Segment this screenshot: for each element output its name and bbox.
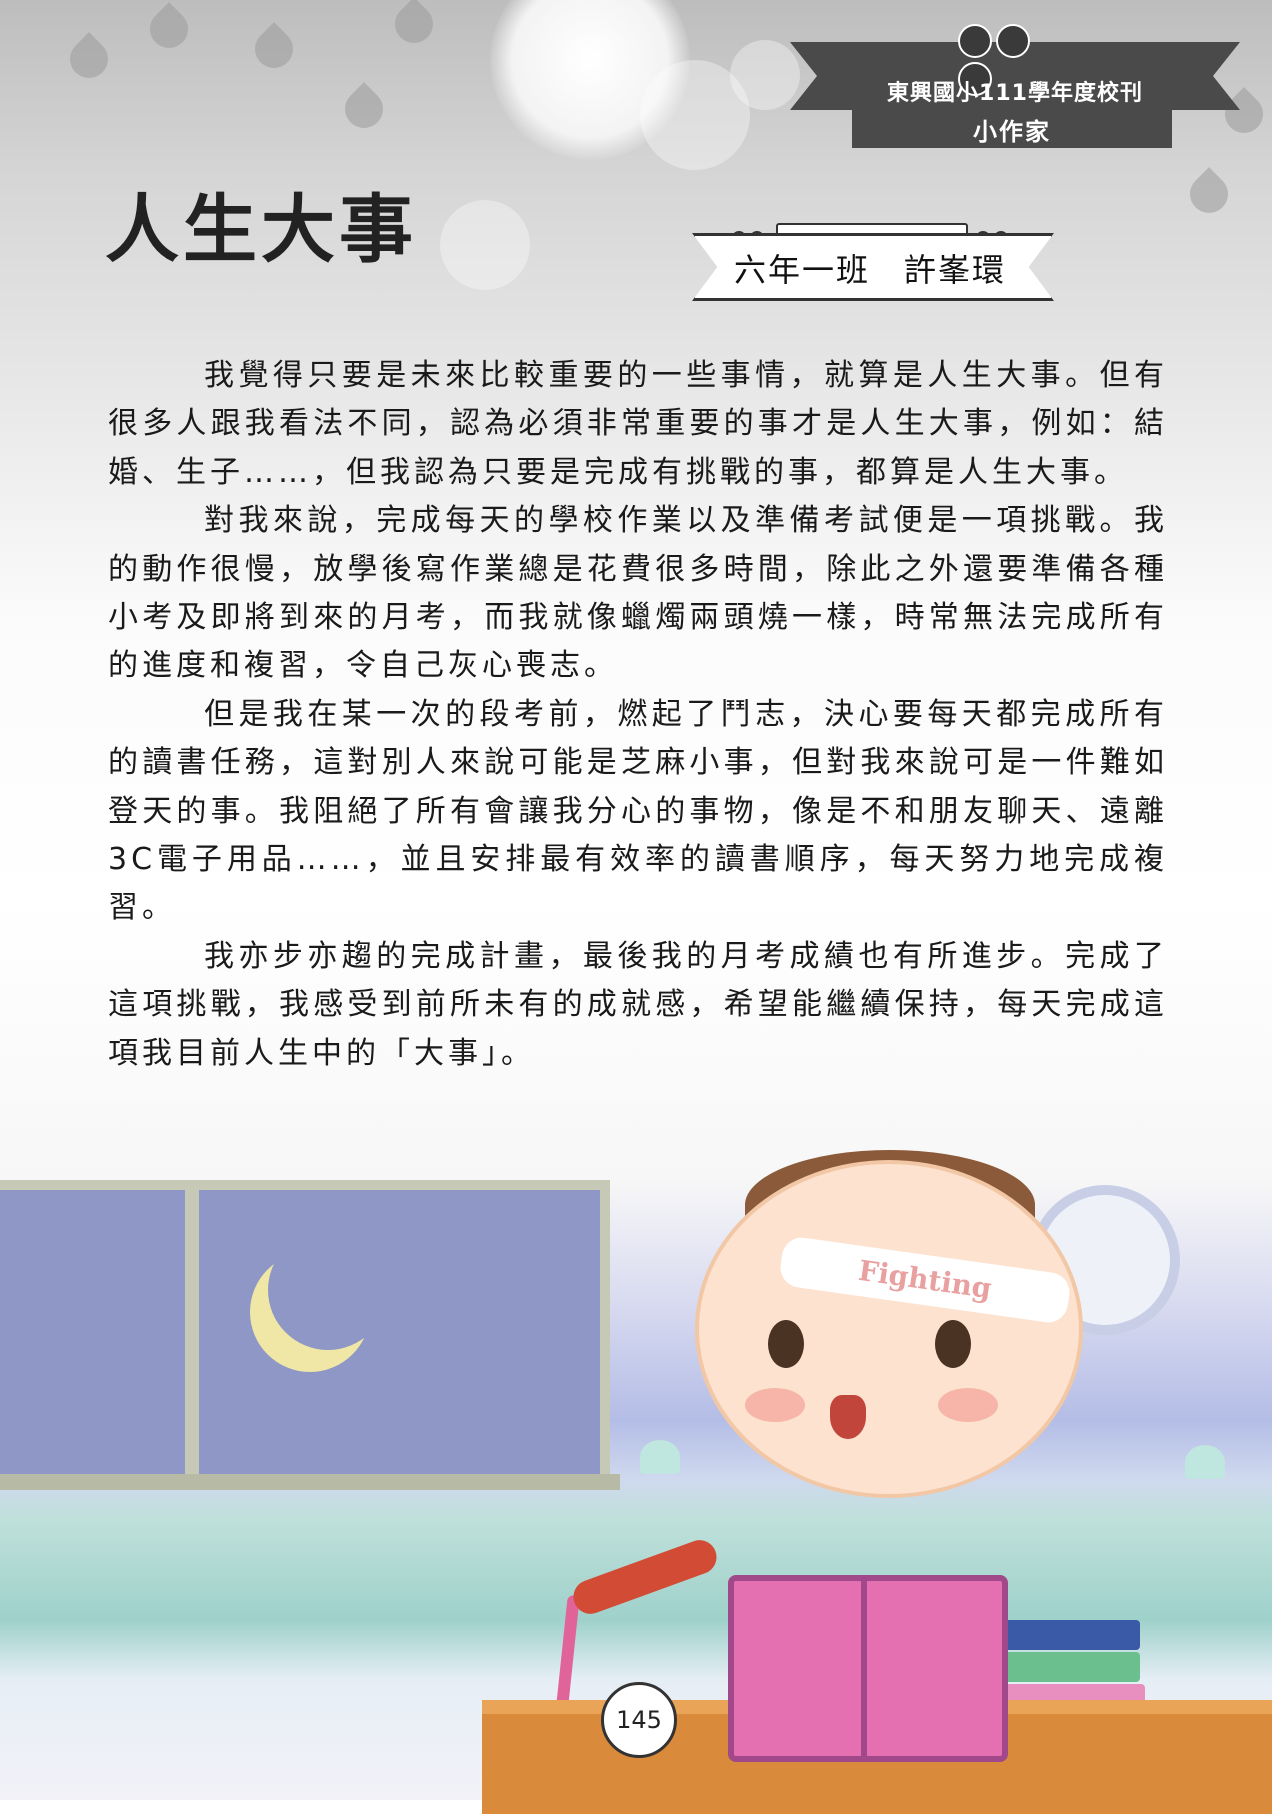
book-stack-item	[990, 1652, 1140, 1682]
cheek-blush	[745, 1388, 805, 1422]
bokeh-decoration	[440, 200, 530, 290]
crescent-moon-icon	[268, 1230, 388, 1350]
kids-logo-icon	[958, 24, 1068, 96]
window-mullion	[185, 1190, 199, 1480]
open-book-illustration	[728, 1575, 1008, 1762]
article-body: 我覺得只要是未來比較重要的一些事情，就算是人生大事。但有很多人跟我看法不同，認為…	[108, 352, 1168, 1078]
book-stack-item	[1000, 1620, 1140, 1650]
cheek-blush	[938, 1388, 998, 1422]
banner-title: 東興國小111學年度校刊	[887, 81, 1143, 106]
window-sill	[0, 1474, 620, 1490]
banner-section: 小作家	[973, 118, 1051, 146]
boy-face-illustration	[695, 1160, 1083, 1498]
eye-icon	[935, 1320, 971, 1368]
eye-icon	[768, 1320, 804, 1368]
article-title: 人生大事	[105, 187, 417, 273]
page-number: 145	[601, 1682, 677, 1758]
mouth-icon	[830, 1395, 866, 1439]
paragraph: 但是我在某一次的段考前，燃起了鬥志，決心要每天都完成所有的讀書任務，這對別人來說…	[108, 696, 1168, 926]
author-byline: 六年一班 許峯環	[692, 205, 1054, 315]
heart-icon	[1185, 1445, 1225, 1479]
author-name: 六年一班 許峯環	[733, 251, 1006, 289]
paragraph: 對我來說，完成每天的學校作業以及準備考試便是一項挑戰。我的動作很慢，放學後寫作業…	[108, 503, 1168, 684]
school-magazine-banner: 東興國小111學年度校刊 小作家	[790, 24, 1240, 152]
paragraph: 我覺得只要是未來比較重要的一些事情，就算是人生大事。但有很多人跟我看法不同，認為…	[108, 358, 1168, 490]
heart-icon	[640, 1440, 680, 1474]
paragraph: 我亦步亦趨的完成計畫，最後我的月考成績也有所進步。完成了這項挑戰，我感受到前所未…	[108, 938, 1168, 1071]
